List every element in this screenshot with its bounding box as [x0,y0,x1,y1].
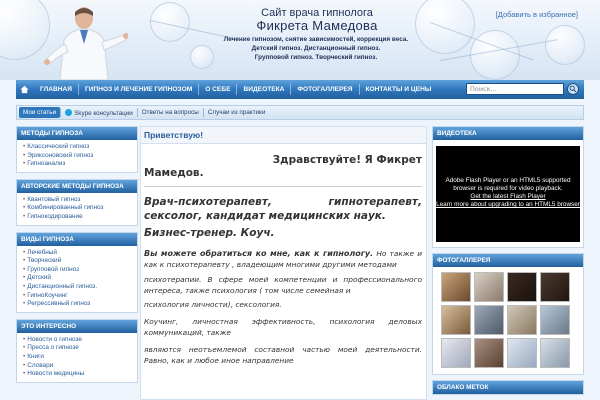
sidebar-box-author-methods: АВТОРСКИЕ МЕТОДЫ ГИПНОЗА Квантовый гипно… [16,178,138,226]
secondary-navigation: Мои статьи Skype консультации Ответы на … [16,105,584,120]
sidebar-link[interactable]: Творческий [23,257,133,266]
sidebar-link[interactable]: Эриксоновский гипноз [23,152,133,161]
site-header: Сайт врача гипнолога Фикрета Мамедова Ле… [0,0,600,80]
paragraph: психотерапии. В сфере моей компетенции и… [144,275,422,295]
nav-home[interactable]: ГЛАВНАЯ [34,80,78,99]
tagline-line: Групповой гипноз. Творческий гипноз. [254,54,378,61]
hello-heading: Здравствуйте! Я Фикрет Мамедов. [144,154,422,180]
sidebar-link[interactable]: Дистанционный гипноз. [23,283,133,292]
tag-cloud-widget: ОБЛАКО МЕТОК [432,380,584,395]
sidebar-link[interactable]: Детский [23,274,133,283]
home-icon[interactable] [20,85,29,94]
gallery-thumbnail[interactable] [441,272,471,302]
sidebar-link[interactable]: Гипнокодирование [23,213,133,222]
gallery-thumbnail[interactable] [507,338,537,368]
tagline-line: Лечение гипнозом, снятие зависимостей, к… [223,36,409,43]
sidebar-link[interactable]: Новости медицины [23,370,133,379]
tagline-line: Детский гипноз. Дистанционный гипноз. [251,45,381,52]
nav-about[interactable]: О СЕБЕ [199,80,236,99]
search-input[interactable]: Поиск... [466,83,564,95]
gallery-thumbnail[interactable] [474,338,504,368]
nav-gallery[interactable]: ФОТОГАЛЛЕРЕЯ [291,80,358,99]
gallery-widget: ФОТОГАЛЛЕРЕЯ [432,253,584,375]
sidebar-link[interactable]: Классический гипноз [23,143,133,152]
site-title: Сайт врача гипнолога Фикрета Мамедова [232,7,402,33]
gallery-thumbnail[interactable] [540,305,570,335]
sidebar-box-title: ЭТО ИНТЕРЕСНО [17,319,137,333]
paragraph: Коучинг, личностная эффективность, психо… [144,317,422,337]
video-message: Adobe Flash Player or an HTML5 supported… [445,177,571,192]
gallery-widget-title: ФОТОГАЛЛЕРЕЯ [433,254,583,267]
sidebar-box-interesting: ЭТО ИНТЕРЕСНО Новости о гипнозе Пресса о… [16,318,138,383]
subnav-skype-label: Skype консультации [74,109,133,117]
hello-line2: Мамедов. [144,167,204,179]
subnav-my-articles[interactable]: Мои статьи [19,107,61,118]
video-player[interactable]: Adobe Flash Player or an HTML5 supported… [436,146,580,242]
decor-bubble [470,30,520,80]
photo-grid [433,267,583,374]
nav-hypnosis[interactable]: ГИПНОЗ И ЛЕЧЕНИЕ ГИПНОЗОМ [79,80,198,99]
divider [144,186,422,187]
article-body: Здравствуйте! Я Фикрет Мамедов. Врач-пси… [141,144,426,366]
sidebar-link[interactable]: Книги [23,353,133,362]
subnav-answers[interactable]: Ответы на вопросы [138,109,203,116]
search-icon[interactable] [567,83,579,95]
sidebar-box-methods: МЕТОДЫ ГИПНОЗА Классический гипноз Эрикс… [16,126,138,173]
right-sidebar: ВИДЕОТЕКА Adobe Flash Player or an HTML5… [432,126,584,400]
paragraph: являются неотъемлемой составной частью м… [144,345,422,365]
video-widget-title: ВИДЕОТЕКА [433,127,583,140]
gallery-thumbnail[interactable] [441,305,471,335]
sidebar-link[interactable]: Лечебный [23,249,133,258]
sidebar-box-title: АВТОРСКИЕ МЕТОДЫ ГИПНОЗА [17,179,137,193]
html5-upgrade-link[interactable]: Learn more about upgrading to an HTML5 b… [436,201,580,209]
sidebar-link[interactable]: Гипноанализ [23,160,133,169]
hello-line1: Здравствуйте! Я Фикрет [272,154,422,166]
gallery-thumbnail[interactable] [474,272,504,302]
gallery-thumbnail[interactable] [507,305,537,335]
skype-icon [65,108,73,116]
paragraph-bold: Вы можете обратиться ко мне, как к гипно… [144,249,374,258]
gallery-thumbnail[interactable] [441,338,471,368]
nav-video[interactable]: ВИДЕОТЕКА [237,80,290,99]
main-navigation: ГЛАВНАЯ ГИПНОЗ И ЛЕЧЕНИЕ ГИПНОЗОМ О СЕБЕ… [16,80,584,99]
subnav-cases[interactable]: Случаи из практики [204,109,270,116]
gallery-thumbnail[interactable] [540,338,570,368]
gallery-thumbnail[interactable] [474,305,504,335]
sidebar-link[interactable]: Регрессивный гипноз [23,300,133,309]
flash-player-link[interactable]: Get the latest Flash Player [436,193,580,201]
sidebar-box-types: ВИДЫ ГИПНОЗА Лечебный Творческий Группов… [16,231,138,313]
site-title-line2: Фикрета Мамедова [256,18,378,33]
gallery-thumbnail[interactable] [540,272,570,302]
gallery-thumbnail[interactable] [507,272,537,302]
decor-bubble [545,25,585,65]
sidebar-link[interactable]: ГипноКоучинг [23,292,133,301]
main-content: Приветствую! Здравствуйте! Я Фикрет Маме… [140,126,427,400]
paragraph: психология личности), сексология. [144,300,282,309]
subnav-skype[interactable]: Skype консультации [61,108,137,117]
paragraph: Вы можете обратиться ко мне, как к гипно… [144,248,422,270]
tag-cloud-title: ОБЛАКО МЕТОК [433,381,583,394]
sidebar-link[interactable]: Пресса о гипнозе [23,344,133,353]
nav-contacts[interactable]: КОНТАКТЫ И ЦЕНЫ [360,80,438,99]
sidebar-box-title: МЕТОДЫ ГИПНОЗА [17,127,137,140]
left-sidebar: МЕТОДЫ ГИПНОЗА Классический гипноз Эрикс… [16,126,138,389]
sidebar-link[interactable]: Новости о гипнозе [23,336,133,345]
doctor-photo [44,7,128,80]
site-tagline: Лечение гипнозом, снятие зависимостей, к… [200,35,432,62]
video-widget: ВИДЕОТЕКА Adobe Flash Player or an HTML5… [432,126,584,248]
article-title: Приветствую! [141,127,426,144]
sidebar-link[interactable]: Комбинированный гипноз [23,204,133,213]
role-text: Врач-психотерапевт, гипнотерапевт, сексо… [144,196,422,222]
add-to-favorites-link[interactable]: [Добавить в избранное] [496,10,578,19]
role-text-2: Бизнес-тренер. Коуч. [144,227,275,239]
sidebar-box-title: ВИДЫ ГИПНОЗА [17,232,137,246]
sidebar-link[interactable]: Словари [23,362,133,371]
